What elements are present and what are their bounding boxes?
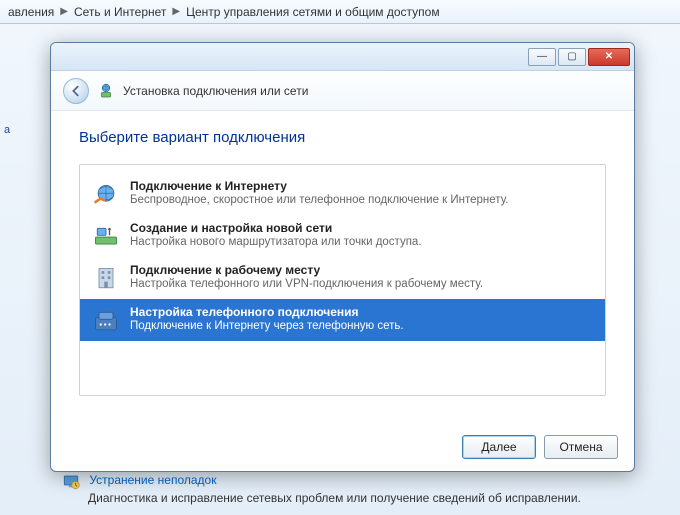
wizard-dialog: — ▢ ✕ Установка подключения или сети Выб… xyxy=(50,42,635,472)
titlebar[interactable]: — ▢ ✕ xyxy=(51,43,634,71)
troubleshoot-desc: Диагностика и исправление сетевых пробле… xyxy=(88,491,642,505)
option-title: Настройка телефонного подключения xyxy=(130,305,593,319)
troubleshoot-title[interactable]: Устранение неполадок xyxy=(89,473,216,487)
option-title: Подключение к рабочему месту xyxy=(130,263,593,277)
chevron-right-icon: ▶ xyxy=(172,6,180,17)
maximize-button[interactable]: ▢ xyxy=(558,48,586,66)
connection-options-list: Подключение к Интернету Беспроводное, ск… xyxy=(79,164,606,396)
option-desc: Настройка нового маршрутизатора или точк… xyxy=(130,235,593,249)
arrow-left-icon xyxy=(69,84,83,98)
breadcrumb-seg-control[interactable]: авления xyxy=(8,5,54,19)
sidebar-fragment: а xyxy=(4,124,10,136)
page-heading: Выберите вариант подключения xyxy=(79,129,606,146)
breadcrumb-seg-sharing-center[interactable]: Центр управления сетями и общим доступом xyxy=(186,5,440,19)
router-icon xyxy=(92,223,120,251)
minimize-button[interactable]: — xyxy=(528,48,556,66)
phone-modem-icon xyxy=(92,307,120,335)
next-button[interactable]: Далее xyxy=(462,435,536,459)
chevron-right-icon: ▶ xyxy=(60,6,68,17)
option-desc: Подключение к Интернету через телефонную… xyxy=(130,319,593,333)
option-title: Подключение к Интернету xyxy=(130,179,593,193)
option-title: Создание и настройка новой сети xyxy=(130,221,593,235)
cancel-button[interactable]: Отмена xyxy=(544,435,618,459)
wizard-content: Выберите вариант подключения Подключение… xyxy=(51,111,634,406)
option-setup-network[interactable]: Создание и настройка новой сети Настройк… xyxy=(80,215,605,257)
option-connect-internet[interactable]: Подключение к Интернету Беспроводное, ск… xyxy=(80,173,605,215)
option-desc: Беспроводное, скоростное или телефонное … xyxy=(130,193,593,207)
troubleshoot-icon xyxy=(62,473,80,491)
button-row: Далее Отмена xyxy=(462,435,618,459)
option-connect-workplace[interactable]: Подключение к рабочему месту Настройка т… xyxy=(80,257,605,299)
globe-icon xyxy=(92,181,120,209)
close-button[interactable]: ✕ xyxy=(588,48,630,66)
wizard-header: Установка подключения или сети xyxy=(51,71,634,111)
back-button[interactable] xyxy=(63,78,89,104)
building-icon xyxy=(92,265,120,293)
wizard-title: Установка подключения или сети xyxy=(123,84,308,98)
network-icon xyxy=(97,82,115,100)
breadcrumb-seg-network[interactable]: Сеть и Интернет xyxy=(74,5,166,19)
option-dialup-setup[interactable]: Настройка телефонного подключения Подклю… xyxy=(80,299,605,341)
option-desc: Настройка телефонного или VPN-подключени… xyxy=(130,277,593,291)
breadcrumb[interactable]: авления ▶ Сеть и Интернет ▶ Центр управл… xyxy=(0,0,680,24)
troubleshoot-section[interactable]: Устранение неполадок Диагностика и испра… xyxy=(62,473,642,505)
